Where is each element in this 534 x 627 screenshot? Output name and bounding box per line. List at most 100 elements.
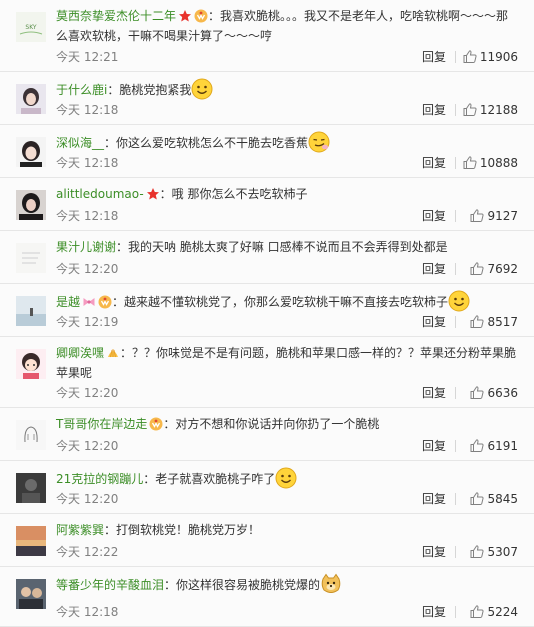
avatar[interactable]	[16, 296, 46, 326]
thumbs-up-icon	[470, 492, 487, 506]
comment-separator: ：	[112, 295, 125, 309]
star-badge-icon[interactable]	[146, 184, 160, 204]
username-link[interactable]: 果汁儿谢谢	[56, 240, 116, 254]
username-link[interactable]: 阿紫紫巽	[56, 523, 104, 537]
comment-item: SKY 莫西奈挚爱杰伦十二年 ：我喜欢脆桃。。。我又不是老年人，吃啥软桃啊～～～那么…	[0, 0, 534, 72]
comment-meta: 今天 12:18 回复 10888	[56, 155, 518, 171]
reply-button[interactable]: 回复	[422, 102, 446, 118]
avatar[interactable]	[16, 579, 46, 609]
like-button[interactable]: 5845	[456, 491, 518, 507]
comment-timestamp: 今天 12:21	[56, 50, 119, 64]
thumbs-up-icon	[470, 545, 487, 559]
like-count: 10888	[479, 156, 518, 170]
avatar[interactable]	[16, 526, 46, 556]
comment-separator: ：	[164, 578, 177, 592]
smile-emoji-icon	[191, 78, 213, 100]
username-link[interactable]: 卿卿涘嘿	[56, 346, 104, 360]
reply-button[interactable]: 回复	[422, 208, 446, 224]
like-button[interactable]: 6636	[456, 385, 518, 401]
comment-separator: ：	[116, 240, 129, 254]
username-link[interactable]: 21克拉的钢蹦儿	[56, 472, 143, 486]
username-link[interactable]: 等番少年的辛酸血泪	[56, 578, 164, 592]
comment-timestamp: 今天 12:20	[56, 262, 119, 276]
comment-meta: 今天 12:20 回复 5845	[56, 491, 518, 507]
reply-button[interactable]: 回复	[422, 314, 446, 330]
star-badge-icon[interactable]	[178, 6, 192, 26]
avatar[interactable]	[16, 420, 46, 450]
comment-meta: 今天 12:18 回复 9127	[56, 208, 518, 224]
comment-item: 于什么鹿i：脆桃党抱紧我 今天 12:18 回复 12188	[0, 72, 534, 125]
comment-separator: ：	[143, 472, 156, 486]
like-button[interactable]: 7692	[456, 261, 518, 277]
comment-meta: 今天 12:20 回复 6636	[56, 385, 518, 401]
avatar[interactable]	[16, 137, 46, 167]
like-count: 6191	[487, 439, 518, 453]
comment-separator: ：	[208, 9, 221, 23]
comment-meta: 今天 12:19 回复 8517	[56, 314, 518, 330]
comment-text: 越来越不懂软桃党了，你那么爱吃软桃干嘛不直接去吃软柿子	[124, 295, 449, 309]
username-link[interactable]: 于什么鹿i	[56, 83, 107, 97]
comment-text: 你这么爱吃软桃怎么不干脆去吃香蕉	[116, 136, 309, 150]
like-button[interactable]: 5224	[456, 604, 518, 620]
vip-badge-icon[interactable]	[98, 292, 112, 312]
comment-text: 脆桃党抱紧我	[119, 83, 192, 97]
vip-badge-icon[interactable]	[194, 6, 208, 26]
thumbs-up-icon	[470, 605, 487, 619]
comment-meta: 今天 12:18 回复 12188	[56, 102, 518, 118]
comment-timestamp: 今天 12:19	[56, 315, 119, 329]
comment-content: T哥哥你在岸边走 ：对方不想和你说话并向你扔了一个脆桃	[56, 414, 518, 434]
thumbs-up-icon	[470, 209, 487, 223]
like-button[interactable]: 5307	[456, 544, 518, 560]
username-link[interactable]: 深似海__	[56, 136, 104, 150]
reply-button[interactable]: 回复	[422, 491, 446, 507]
like-button[interactable]: 10888	[456, 155, 518, 171]
comment-separator: ：	[120, 346, 133, 360]
avatar[interactable]	[16, 473, 46, 503]
username-link[interactable]: 莫西奈挚爱杰伦十二年	[56, 9, 176, 23]
reply-button[interactable]: 回复	[422, 155, 446, 171]
reply-button[interactable]: 回复	[422, 49, 446, 65]
like-count: 11906	[479, 50, 518, 64]
like-button[interactable]: 11906	[456, 49, 518, 65]
avatar[interactable]	[16, 84, 46, 114]
comment-content: 阿紫紫巽：打倒软桃党！脆桃党万岁！	[56, 520, 518, 540]
avatar[interactable]	[16, 349, 46, 379]
reply-button[interactable]: 回复	[422, 544, 446, 560]
like-count: 5224	[487, 605, 518, 619]
svg-text:SKY: SKY	[25, 24, 37, 31]
reply-button[interactable]: 回复	[422, 438, 446, 454]
comment-item: alittledoumao- ：哦 那你怎么不去吃软柿子 今天 12:18 回复 912…	[0, 178, 534, 231]
username-link[interactable]: alittledoumao-	[56, 187, 144, 201]
smile-emoji-icon	[448, 290, 470, 312]
reply-button[interactable]: 回复	[422, 385, 446, 401]
comment-item: 是越 ：越来越不懂软桃党了，你那么爱吃软桃干嘛不直接去吃软柿子 今天 12:19 回复…	[0, 284, 534, 337]
thumbs-up-icon	[470, 262, 487, 276]
like-button[interactable]: 9127	[456, 208, 518, 224]
comment-meta: 今天 12:18 回复 5224	[56, 604, 518, 620]
like-count: 12188	[479, 103, 518, 117]
comment-item: 果汁儿谢谢：我的天呐 脆桃太爽了好嘛 口感棒不说而且不会弄得到处都是 今天 12:…	[0, 231, 534, 284]
comment-content: alittledoumao- ：哦 那你怎么不去吃软柿子	[56, 184, 518, 204]
vip-badge-icon[interactable]	[149, 414, 163, 434]
comment-content: 莫西奈挚爱杰伦十二年 ：我喜欢脆桃。。。我又不是老年人，吃啥软桃啊～～～那么喜欢软…	[56, 6, 518, 46]
shell-badge-icon[interactable]	[106, 343, 120, 363]
avatar[interactable]	[16, 190, 46, 220]
comment-separator: ：	[159, 187, 172, 201]
comment-separator: ：	[104, 523, 117, 537]
avatar[interactable]	[16, 243, 46, 273]
smirk-emoji-icon	[308, 131, 330, 153]
like-count: 5845	[487, 492, 518, 506]
bow-badge-icon[interactable]	[82, 292, 96, 312]
like-button[interactable]: 6191	[456, 438, 518, 454]
comment-content: 21克拉的钢蹦儿：老子就喜欢脆桃子咋了	[56, 467, 518, 489]
avatar[interactable]: SKY	[16, 12, 46, 42]
username-link[interactable]: T哥哥你在岸边走	[56, 417, 147, 431]
comment-list: SKY 莫西奈挚爱杰伦十二年 ：我喜欢脆桃。。。我又不是老年人，吃啥软桃啊～～～那么…	[0, 0, 534, 627]
reply-button[interactable]: 回复	[422, 604, 446, 620]
comment-timestamp: 今天 12:20	[56, 439, 119, 453]
like-button[interactable]: 12188	[456, 102, 518, 118]
comment-content: 深似海__：你这么爱吃软桃怎么不干脆去吃香蕉	[56, 131, 518, 153]
reply-button[interactable]: 回复	[422, 261, 446, 277]
like-button[interactable]: 8517	[456, 314, 518, 330]
username-link[interactable]: 是越	[56, 295, 80, 309]
